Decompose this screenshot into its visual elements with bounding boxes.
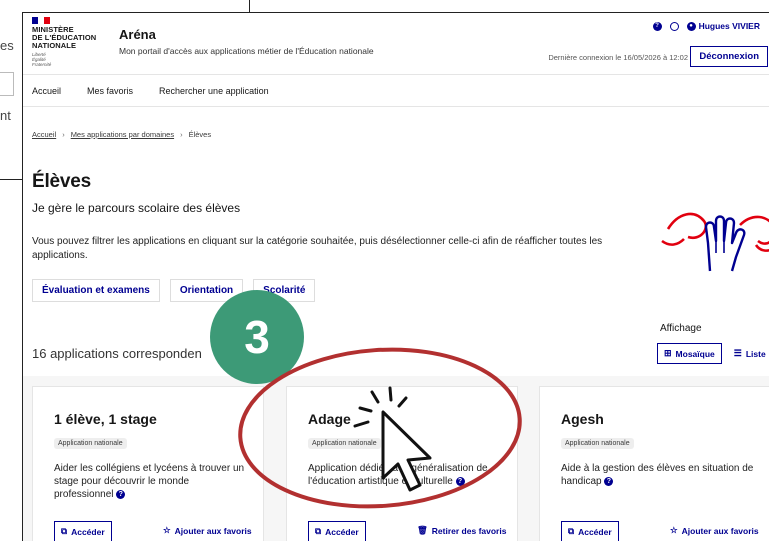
app-card-badge: Application nationale [308, 438, 381, 449]
app-card-title: 1 élève, 1 stage [54, 411, 157, 427]
user-name: Hugues VIVIER [698, 21, 760, 31]
app-card: 1 élève, 1 stage Application nationale A… [32, 386, 264, 541]
access-button[interactable]: ⧉ Accéder [54, 521, 112, 541]
nav-item-search-app[interactable]: Rechercher une application [159, 86, 269, 96]
breadcrumb: Accueil › Mes applications par domaines … [32, 130, 211, 139]
page-description: Vous pouvez filtrer les applications en … [32, 236, 603, 261]
site-header: MINISTÈRE DE L'ÉDUCATION NATIONALE Liber… [23, 13, 769, 75]
background-text-fragment: es [0, 38, 14, 53]
nav-item-favorites[interactable]: Mes favoris [87, 86, 133, 96]
last-login-text: Dernière connexion le 16/05/2026 à 12:02 [548, 53, 688, 62]
app-title: Aréna [119, 27, 156, 42]
breadcrumb-link-home[interactable]: Accueil [32, 130, 56, 139]
user-icon: ● [686, 21, 696, 31]
add-favorite-button[interactable]: ☆ Ajouter aux favoris [664, 521, 765, 540]
breadcrumb-separator: › [62, 130, 65, 139]
settings-icon[interactable] [669, 21, 679, 31]
display-mode-switch: ⊞ Mosaïque ☰ Liste [657, 343, 769, 364]
app-card-description: Application dédiée à la généralisation d… [308, 463, 488, 487]
app-card-badge: Application nationale [561, 438, 634, 449]
help-icon[interactable]: ? [652, 21, 662, 31]
trash-icon: 🗑 [417, 525, 428, 535]
display-mode-list[interactable]: ☰ Liste [728, 344, 769, 363]
access-button[interactable]: ⧉ Accéder [561, 521, 619, 541]
nav-item-home[interactable]: Accueil [32, 86, 61, 96]
app-card: Agesh Application nationale Aide à la ge… [539, 386, 769, 541]
raised-hand-illustration [661, 212, 769, 272]
breadcrumb-separator: › [180, 130, 183, 139]
star-icon: ☆ [163, 525, 171, 535]
display-label: Affichage [660, 323, 702, 334]
external-link-icon: ⧉ [568, 526, 575, 536]
breadcrumb-link-domains[interactable]: Mes applications par domaines [71, 130, 174, 139]
applications-grid: 1 élève, 1 stage Application nationale A… [23, 376, 769, 541]
external-link-icon: ⧉ [61, 526, 68, 536]
display-mode-mosaic[interactable]: ⊞ Mosaïque [657, 343, 722, 364]
ministry-logo[interactable]: MINISTÈRE DE L'ÉDUCATION NATIONALE Liber… [32, 17, 102, 67]
main-nav: Accueil Mes favoris Rechercher une appli… [23, 75, 769, 107]
app-card-description: Aide à la gestion des élèves en situatio… [561, 463, 754, 487]
list-icon: ☰ [733, 348, 742, 358]
ministry-name: MINISTÈRE DE L'ÉDUCATION NATIONALE [32, 25, 97, 50]
access-button[interactable]: ⧉ Accéder [308, 521, 366, 541]
info-icon[interactable]: ? [116, 489, 126, 499]
app-card: Adage Application nationale Application … [286, 386, 518, 541]
logout-button[interactable]: Déconnexion [690, 46, 768, 67]
french-flag-icon [32, 17, 50, 24]
arena-portal-window: MINISTÈRE DE L'ÉDUCATION NATIONALE Liber… [22, 12, 769, 541]
info-icon[interactable]: ? [455, 476, 465, 486]
user-menu[interactable]: ● Hugues VIVIER [686, 21, 760, 31]
background-text-fragment: nt [0, 108, 11, 123]
info-icon[interactable]: ? [604, 476, 614, 486]
app-subtitle: Mon portail d'accès aux applications mét… [119, 46, 374, 56]
step-number-badge: 3 [210, 290, 304, 384]
breadcrumb-current: Élèves [188, 130, 212, 139]
app-card-description: Aider les collégiens et lycéens à trouve… [54, 463, 245, 500]
add-favorite-button[interactable]: ☆ Ajouter aux favoris [157, 521, 258, 540]
filter-evaluation-examens[interactable]: Évaluation et examens [32, 279, 160, 302]
remove-favorite-button[interactable]: 🗑 Retirer des favoris [411, 521, 512, 540]
header-tools: ? ● Hugues VIVIER [652, 21, 760, 31]
external-link-icon: ⧉ [315, 526, 322, 536]
background-field [0, 72, 14, 96]
app-card-title: Adage [308, 411, 351, 427]
results-count: 16 applications corresponden [32, 346, 202, 361]
app-card-title: Agesh [561, 411, 604, 427]
app-brand: Aréna Mon portail d'accès aux applicatio… [119, 27, 374, 56]
screenshot-stage: es nt MINISTÈRE DE L'ÉDUCATION NATIONALE… [0, 0, 769, 541]
page-title: Élèves [32, 171, 92, 192]
page-lead: Je gère le parcours scolaire des élèves [32, 201, 241, 215]
app-card-badge: Application nationale [54, 438, 127, 449]
star-icon: ☆ [670, 525, 678, 535]
republic-motto: Liberté Égalité Fraternité [32, 52, 52, 67]
grid-icon: ⊞ [664, 348, 672, 358]
